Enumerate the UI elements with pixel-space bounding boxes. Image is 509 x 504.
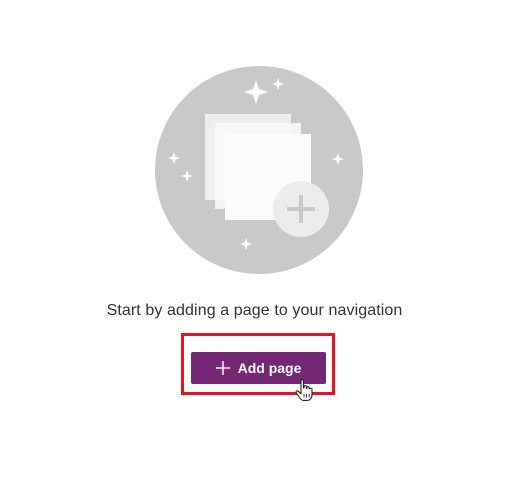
empty-state-message: Start by adding a page to your navigatio… bbox=[106, 302, 403, 319]
hand-pointer-icon bbox=[295, 379, 313, 402]
empty-state-panel: Start by adding a page to your navigatio… bbox=[0, 0, 509, 504]
plus-icon bbox=[215, 361, 230, 375]
add-page-label: Add page bbox=[237, 360, 302, 376]
stacked-pages-add-icon bbox=[155, 66, 363, 274]
